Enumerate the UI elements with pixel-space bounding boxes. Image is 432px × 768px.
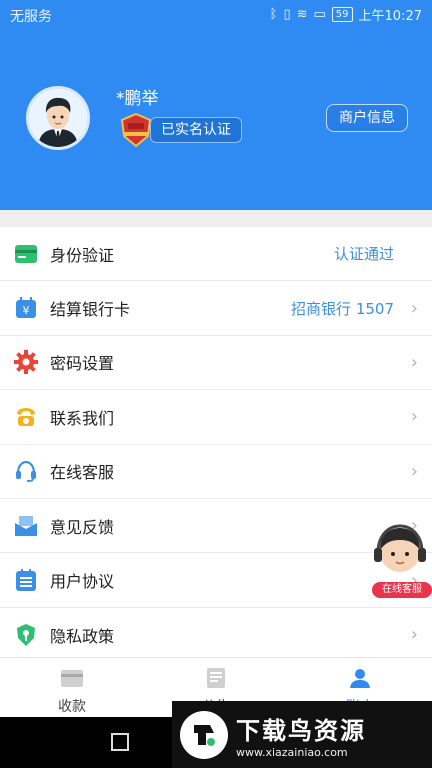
certificate-shield-icon (120, 112, 152, 148)
chevron-right-icon: › (410, 297, 418, 319)
menu-item-identity[interactable]: 身份验证 认证通过 (0, 227, 432, 282)
bird-logo-icon (180, 710, 228, 759)
menu-item-label: 意见反馈 (50, 517, 115, 537)
verified-badge: 已实名认证 (118, 112, 242, 148)
status-bar: 无服务 ᛒ ▯ ≋ ▭ 59 上午10:27 (0, 0, 432, 30)
user-icon (350, 669, 370, 688)
headset-icon (16, 461, 36, 483)
menu-item-privacy[interactable]: 隐私政策 › (0, 608, 432, 662)
clock: 上午10:27 (358, 9, 422, 24)
menu-item-label: 联系我们 (50, 408, 115, 428)
watermark-url: www.xiazainiao.com (236, 745, 348, 759)
avatar-person-icon (29, 89, 87, 147)
carrier-label: 无服务 (10, 9, 52, 25)
wallet-icon (61, 670, 83, 687)
status-icons: ᛒ ▯ ≋ ▭ 59 上午10:27 (269, 5, 422, 25)
bank-card-icon: ¥ (16, 297, 36, 319)
feedback-icon (15, 515, 37, 536)
service-agent-icon (374, 524, 426, 572)
watermark-text: 下载鸟资源 www.xiazainiao.com (236, 711, 366, 759)
wifi-icon: ≋ (296, 6, 308, 22)
menu-item-value: 招商银行 1507 (291, 299, 394, 318)
menu-item-label: 在线客服 (50, 463, 115, 483)
menu-item-value: 认证通过 (333, 245, 394, 264)
profile-header: 无服务 ᛒ ▯ ≋ ▭ 59 上午10:27 *鹏举 已实名认证 商户信息 (0, 0, 432, 210)
notice-icon (207, 668, 225, 688)
menu-item-label: 结算银行卡 (50, 300, 131, 320)
menu-item-label: 密码设置 (50, 354, 115, 374)
avatar[interactable] (26, 86, 90, 150)
chevron-right-icon: › (410, 460, 418, 482)
svg-text:¥: ¥ (23, 304, 30, 317)
floating-service-button[interactable]: 在线客服 (368, 520, 432, 600)
merchant-info-button[interactable]: 商户信息 (326, 104, 408, 132)
phone-icon (17, 407, 35, 426)
chevron-right-icon: › (410, 624, 418, 646)
menu-item-label: 身份验证 (50, 245, 115, 265)
menu-item-label: 用户协议 (50, 572, 115, 592)
tab-label: 收款 (58, 699, 86, 715)
watermark-banner: 下载鸟资源 www.xiazainiao.com (172, 701, 432, 768)
chevron-right-icon: › (410, 351, 418, 373)
sim-icon: ▭ (313, 6, 326, 22)
verified-label: 已实名认证 (150, 117, 242, 143)
vibrate-icon: ▯ (283, 6, 291, 22)
document-list-icon (16, 569, 36, 592)
menu-item-bank-card[interactable]: ¥ 结算银行卡 招商银行 1507 › (0, 281, 432, 336)
id-card-icon (15, 244, 37, 263)
gear-icon (14, 350, 38, 375)
menu-item-label: 隐私政策 (50, 626, 115, 646)
privacy-shield-icon (17, 623, 35, 646)
chevron-right-icon: › (410, 406, 418, 428)
menu-item-online-service[interactable]: 在线客服 › (0, 445, 432, 499)
battery-icon: 59 (331, 7, 353, 22)
bluetooth-icon: ᛒ (269, 6, 278, 22)
menu-item-password[interactable]: 密码设置 › (0, 336, 432, 391)
menu-item-contact[interactable]: 联系我们 › (0, 390, 432, 445)
watermark-title: 下载鸟资源 (236, 716, 366, 745)
user-name: *鹏举 (116, 89, 159, 109)
floating-service-label: 在线客服 (372, 582, 432, 598)
tab-collect[interactable]: 收款 (0, 658, 144, 717)
home-button-icon[interactable] (111, 733, 129, 751)
